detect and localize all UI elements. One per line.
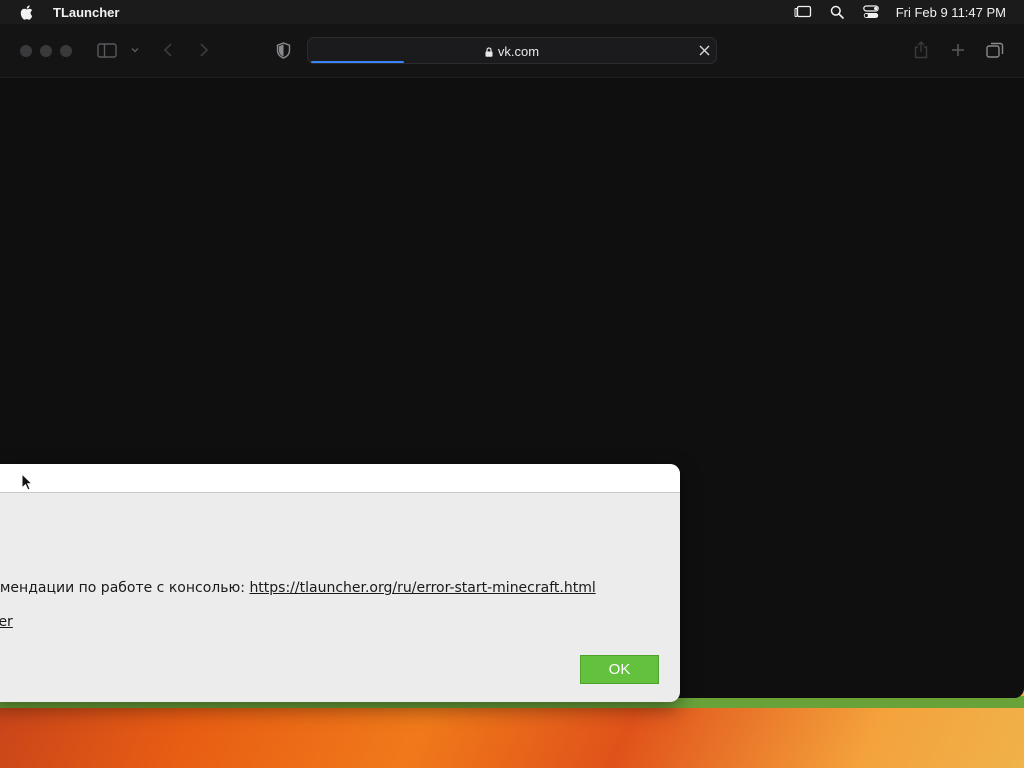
browser-toolbar: vk.com [0, 24, 1024, 78]
dialog-message-line-1: щие рекомендации по работе с консолью: h… [0, 580, 596, 596]
lock-icon [485, 45, 493, 57]
menu-bar: TLauncher Fri Feb 9 11:47 PM [0, 0, 1024, 24]
stop-loading-icon[interactable] [697, 43, 711, 57]
tab-overview-icon[interactable] [985, 41, 1005, 59]
error-dialog: щие рекомендации по работе с консолью: h… [0, 464, 680, 702]
window-minimize-button[interactable] [40, 45, 52, 57]
window-close-button[interactable] [20, 45, 32, 57]
sidebar-icon[interactable] [96, 42, 118, 58]
privacy-shield-icon[interactable] [274, 41, 292, 59]
mouse-cursor-icon [21, 473, 33, 491]
page-loading-progress-bar [311, 61, 404, 63]
menubar-app-name[interactable]: TLauncher [53, 5, 119, 20]
address-bar-url: vk.com [308, 44, 716, 59]
url-text: vk.com [497, 44, 540, 59]
error-help-link[interactable]: https://tlauncher.org/ru/error-start-min… [249, 580, 595, 596]
menubar-clock[interactable]: Fri Feb 9 11:47 PM [896, 5, 1006, 20]
new-tab-icon[interactable] [949, 41, 967, 59]
address-bar[interactable]: vk.com [307, 37, 717, 64]
dialog-message-line-2: ncher [0, 614, 13, 630]
ok-button[interactable]: OK [580, 655, 659, 684]
spotlight-search-icon[interactable] [828, 5, 846, 19]
forward-arrow-icon[interactable] [197, 41, 211, 59]
apple-logo-icon[interactable] [20, 4, 33, 20]
tlauncher-link[interactable]: ncher [0, 614, 13, 630]
share-icon[interactable] [912, 40, 930, 60]
window-zoom-button[interactable] [60, 45, 72, 57]
back-arrow-icon[interactable] [161, 41, 175, 59]
menubar-status-area: Fri Feb 9 11:47 PM [786, 0, 1024, 24]
dialog-title-bar[interactable] [0, 464, 680, 493]
chevron-down-icon[interactable] [130, 46, 140, 54]
stage-manager-icon[interactable] [794, 5, 812, 19]
control-center-icon[interactable] [862, 5, 880, 19]
dialog-message-text: щие рекомендации по работе с консолью: [0, 580, 245, 596]
